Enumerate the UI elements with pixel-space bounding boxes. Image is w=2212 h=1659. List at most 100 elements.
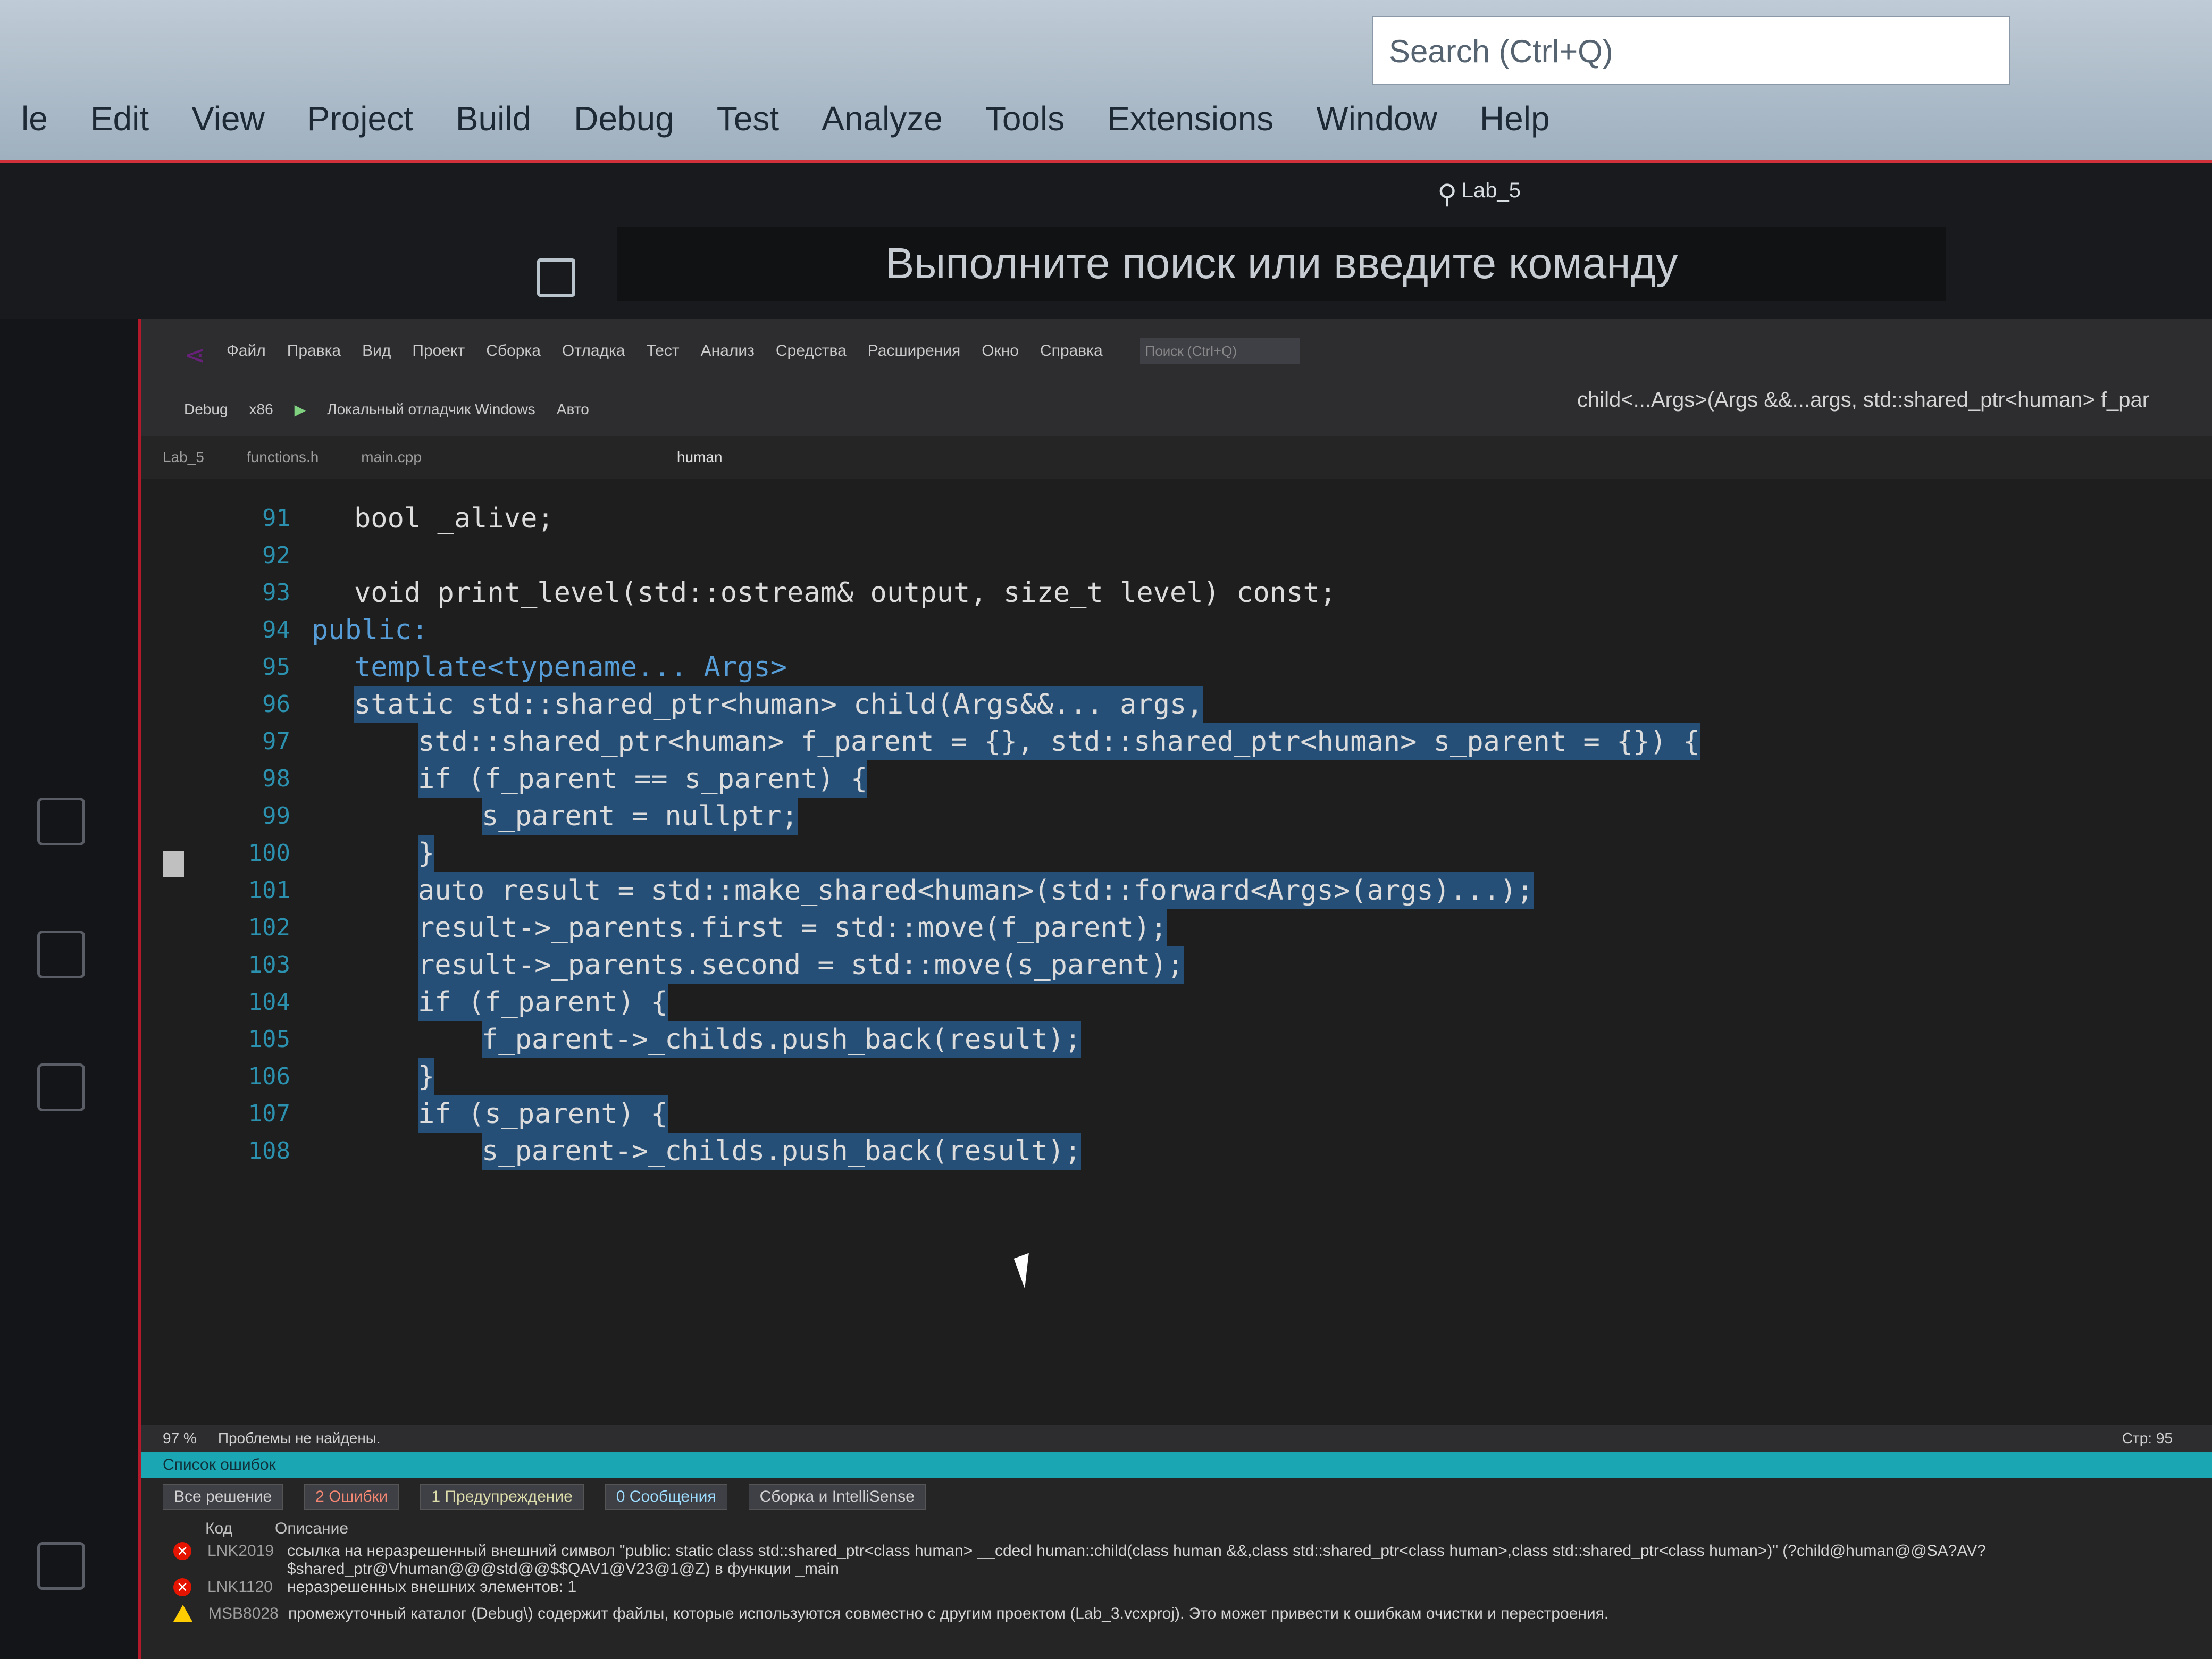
tab-functions[interactable]: functions.h — [247, 449, 319, 466]
code-line: 92 — [141, 537, 2212, 574]
line-number: 105 — [248, 1026, 290, 1053]
error-row[interactable]: ✕ LNK2019 ссылка на неразрешенный внешни… — [141, 1542, 2183, 1578]
line-number: 98 — [262, 765, 290, 792]
menu-debug[interactable]: Debug — [574, 99, 674, 138]
menu-test[interactable]: Test — [717, 99, 779, 138]
menu-help[interactable]: Help — [1480, 99, 1550, 138]
code-line: 103 result->_parents.second = std::move(s… — [141, 946, 2212, 984]
menu-project[interactable]: Project — [307, 99, 413, 138]
inner-search-input[interactable]: Поиск (Ctrl+Q) — [1139, 338, 1300, 364]
code-text: result->_parents.first = std::move(f_par… — [418, 909, 1167, 946]
inner-menu-project[interactable]: Проект — [412, 342, 465, 360]
search-icon[interactable]: ⚲ — [1437, 179, 1457, 210]
play-icon[interactable]: ▶ — [295, 401, 306, 418]
inner-menu-debug[interactable]: Отладка — [562, 342, 625, 360]
apps-icon[interactable] — [37, 1542, 85, 1590]
scope-filter-dropdown[interactable]: Все решение — [163, 1484, 283, 1510]
error-list-header: Код Описание — [141, 1515, 2212, 1542]
code-line: 93 void print_level(std::ostream& output,… — [141, 574, 2212, 611]
inner-menu-extensions[interactable]: Расширения — [868, 342, 960, 360]
platform-dropdown[interactable]: x86 — [249, 401, 273, 418]
code-line: 99 s_parent = nullptr; — [141, 798, 2212, 835]
edit-icon[interactable] — [537, 258, 575, 297]
line-number: 104 — [248, 988, 290, 1016]
inner-menu-analyze[interactable]: Анализ — [701, 342, 755, 360]
code-text: static std::shared_ptr<human> child(Args… — [354, 686, 1203, 723]
error-description: ссылка на неразрешенный внешний символ "… — [287, 1542, 1986, 1578]
inner-menu-test[interactable]: Тест — [647, 342, 680, 360]
line-number: 106 — [248, 1063, 290, 1090]
screen: le Edit View Project Build Debug Test An… — [0, 0, 2212, 1659]
code-text: } — [418, 835, 435, 872]
code-line: 106} — [141, 1058, 2212, 1095]
command-bar[interactable]: Выполните поиск или введите команду — [617, 227, 1946, 301]
issues-status[interactable]: Проблемы не найдены. — [218, 1430, 381, 1447]
column-code[interactable]: Код — [205, 1520, 232, 1538]
inner-menu-view[interactable]: Вид — [362, 342, 391, 360]
menu-file[interactable]: le — [21, 99, 48, 138]
tab-project[interactable]: Lab_5 — [163, 449, 204, 466]
code-editor[interactable]: 91 bool _alive; 92 93 void print_level(std… — [141, 479, 2212, 1425]
inner-menu-tools[interactable]: Средства — [776, 342, 847, 360]
menu-window[interactable]: Window — [1316, 99, 1437, 138]
inner-menu-build[interactable]: Сборка — [486, 342, 541, 360]
error-list-panel: Список ошибок Все решение 2 Ошибки 1 Пре… — [141, 1452, 2212, 1659]
calls-icon[interactable] — [37, 931, 85, 978]
messages-filter-button[interactable]: 0 Сообщения — [605, 1484, 727, 1510]
run-mode-dropdown[interactable]: Авто — [557, 401, 589, 418]
menu-tools[interactable]: Tools — [985, 99, 1065, 138]
files-icon[interactable] — [37, 1063, 85, 1111]
code-line: 101 auto result = std::make_shared<human>… — [141, 872, 2212, 909]
menu-build[interactable]: Build — [456, 99, 531, 138]
inner-menu-window[interactable]: Окно — [982, 342, 1019, 360]
inner-menu-file[interactable]: Файл — [227, 342, 266, 360]
line-number: 107 — [248, 1100, 290, 1127]
code-line: 108 s_parent->_childs.push_back(result); — [141, 1133, 2212, 1170]
code-line: 95 template<typename... Args> — [141, 649, 2212, 686]
warning-row[interactable]: MSB8028 промежуточный каталог (Debug\) с… — [141, 1605, 2183, 1631]
line-number: 100 — [248, 840, 290, 867]
code-text: f_parent->_childs.push_back(result); — [482, 1021, 1082, 1058]
code-text: s_parent->_childs.push_back(result); — [482, 1133, 1082, 1170]
mouse-cursor-icon — [1013, 1253, 1040, 1289]
menu-analyze[interactable]: Analyze — [822, 99, 943, 138]
errors-filter-button[interactable]: 2 Ошибки — [304, 1484, 399, 1510]
error-code: LNK2019 — [207, 1542, 274, 1560]
error-row[interactable]: ✕ LNK1120 неразрешенных внешних элементо… — [141, 1578, 2183, 1605]
code-line: 100} — [141, 835, 2212, 872]
line-number: 94 — [262, 616, 290, 643]
menu-view[interactable]: View — [191, 99, 265, 138]
code-line: 105 f_parent->_childs.push_back(result); — [141, 1021, 2212, 1058]
line-number: 95 — [262, 653, 290, 681]
code-text: if (f_parent == s_parent) { — [418, 760, 868, 798]
build-source-dropdown[interactable]: Сборка и IntelliSense — [748, 1484, 926, 1510]
scope-dropdown[interactable]: human — [677, 449, 723, 466]
zoom-level[interactable]: 97 % — [163, 1430, 197, 1447]
column-description[interactable]: Описание — [275, 1520, 348, 1538]
navigation-breadcrumb[interactable]: child<...Args>(Args &&...args, std::shar… — [1577, 388, 2149, 412]
error-code: LNK1120 — [207, 1578, 273, 1596]
code-text: s_parent = nullptr; — [482, 798, 798, 835]
menu-edit[interactable]: Edit — [90, 99, 149, 138]
warning-description: промежуточный каталог (Debug\) содержит … — [288, 1605, 1609, 1622]
code-line: 98 if (f_parent == s_parent) { — [141, 760, 2212, 798]
menu-extensions[interactable]: Extensions — [1107, 99, 1273, 138]
code-text: } — [418, 1058, 435, 1095]
line-number: 91 — [262, 505, 290, 532]
line-number: 99 — [262, 802, 290, 830]
inner-menu-edit[interactable]: Правка — [287, 342, 341, 360]
warnings-filter-button[interactable]: 1 Предупреждение — [420, 1484, 584, 1510]
code-line: 102 result->_parents.first = std::move(f_… — [141, 909, 2212, 946]
line-number: 92 — [262, 542, 290, 569]
calendar-icon[interactable] — [37, 798, 85, 845]
tab-main[interactable]: main.cpp — [361, 449, 422, 466]
run-debugger-button[interactable]: Локальный отладчик Windows — [327, 401, 535, 418]
code-text: if (f_parent) { — [418, 984, 668, 1021]
line-number: 97 — [262, 728, 290, 755]
inner-menu-help[interactable]: Справка — [1040, 342, 1103, 360]
error-list-toolbar: Все решение 2 Ошибки 1 Предупреждение 0 … — [141, 1478, 2212, 1515]
outer-search-input[interactable]: Search (Ctrl+Q) — [1372, 16, 2010, 85]
config-dropdown[interactable]: Debug — [184, 401, 228, 418]
warning-code: MSB8028 — [208, 1605, 279, 1622]
line-number: 108 — [248, 1137, 290, 1164]
